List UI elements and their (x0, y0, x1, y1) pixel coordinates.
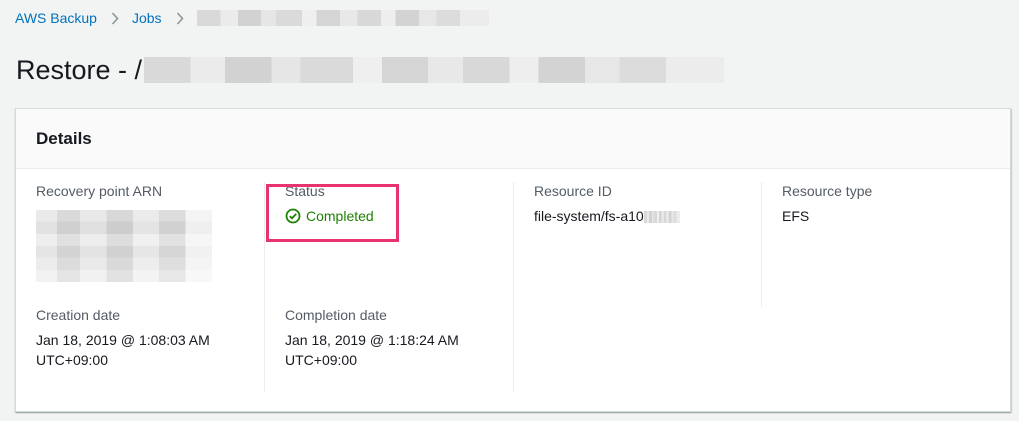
chevron-right-icon (111, 11, 119, 25)
resource-type-value: EFS (782, 208, 810, 224)
breadcrumb-jobs[interactable]: Jobs (132, 10, 162, 26)
details-panel-header: Details (16, 109, 1010, 169)
details-heading: Details (36, 128, 92, 148)
status-highlight-box (266, 184, 399, 242)
resource-id-redacted (643, 211, 680, 224)
chevron-right-icon (176, 11, 184, 25)
creation-date-label: Creation date (36, 307, 121, 323)
recovery-point-arn-value-redacted (36, 210, 212, 282)
details-panel: Details Recovery point ARN Creation date… (15, 108, 1011, 412)
breadcrumb-aws-backup[interactable]: AWS Backup (15, 10, 97, 26)
page-title: Restore - / (16, 53, 725, 87)
breadcrumb: AWS Backup Jobs (15, 9, 489, 27)
breadcrumb-current-redacted (196, 10, 489, 26)
page-title-text: Restore - / (16, 55, 143, 85)
details-col-3: Resource ID file-system/fs-a10 (513, 182, 762, 392)
resource-type-label: Resource type (782, 183, 873, 199)
page-title-redacted (144, 57, 725, 83)
details-col-1: Recovery point ARN Creation date Jan 18,… (36, 182, 285, 392)
resource-id-value: file-system/fs-a10 (534, 206, 762, 226)
creation-date-value: Jan 18, 2019 @ 1:08:03 AM UTC+09:00 (36, 332, 210, 368)
completion-date-value: Jan 18, 2019 @ 1:18:24 AM UTC+09:00 (285, 332, 459, 368)
recovery-point-arn-label: Recovery point ARN (36, 183, 163, 199)
details-grid: Recovery point ARN Creation date Jan 18,… (16, 169, 1010, 412)
details-col-4: Resource type EFS (761, 182, 1010, 307)
completion-date-label: Completion date (285, 307, 387, 323)
resource-id-label: Resource ID (534, 183, 612, 199)
